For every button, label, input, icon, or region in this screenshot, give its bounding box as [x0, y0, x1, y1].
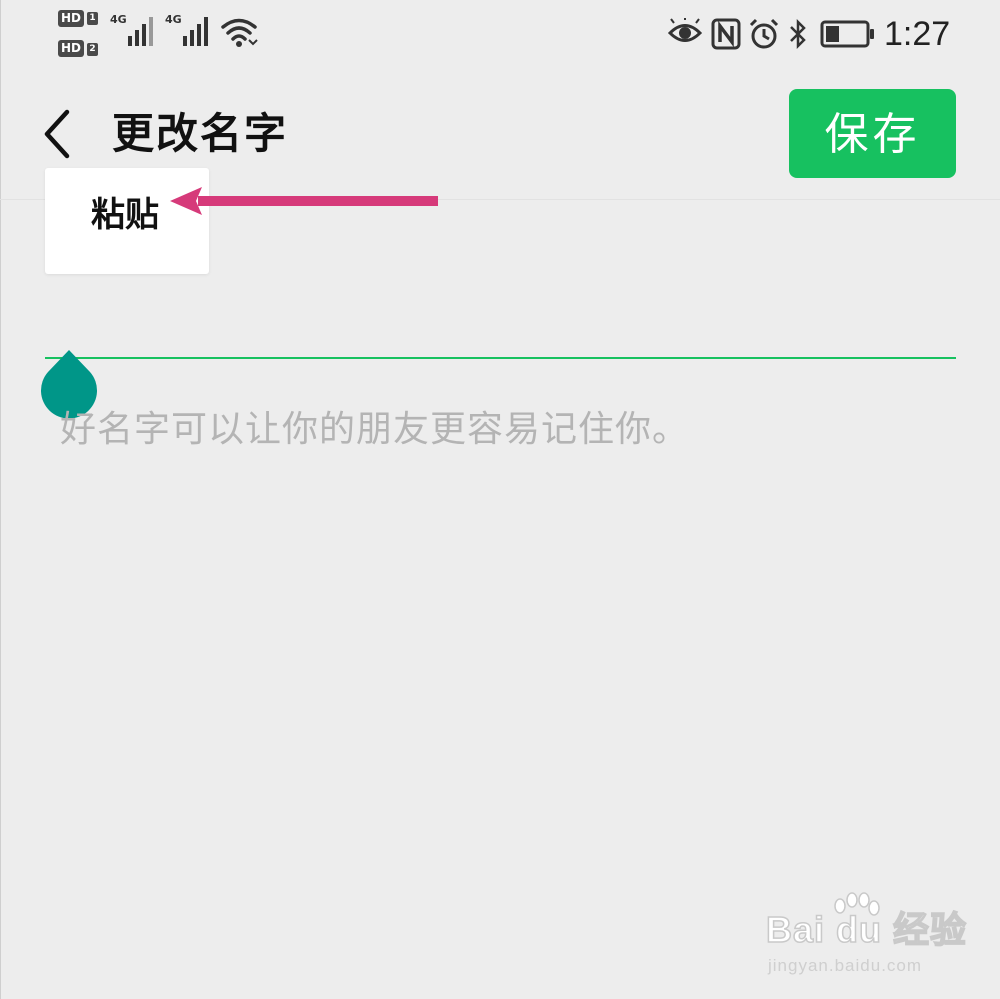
page-title: 更改名字 [112, 109, 289, 158]
sim-badges: HD 1 HD 2 [58, 10, 102, 60]
watermark-url: jingyan.baidu.com [768, 956, 923, 975]
network-type-1: 4G [110, 13, 127, 26]
sim1-index: 1 [87, 12, 98, 25]
screen-edge [0, 0, 1, 999]
alarm-icon [749, 18, 779, 49]
annotation-arrow-icon [170, 187, 438, 215]
wifi-icon [221, 18, 258, 47]
network-type-2: 4G [165, 13, 182, 26]
back-button[interactable] [38, 106, 78, 162]
nfc-icon [711, 18, 741, 50]
signal-icon [128, 17, 153, 46]
watermark-brand: Bai du 经验 [765, 909, 968, 951]
chevron-left-icon [44, 109, 70, 159]
clock: 1:27 [884, 15, 951, 53]
name-input-hint: 好名字可以让你的朋友更容易记住你。 [60, 409, 690, 450]
paste-menu-item[interactable]: 粘贴 [91, 192, 159, 238]
baidu-jingyan-watermark: Bai du 经验 jingyan.baidu.com [765, 892, 967, 982]
status-bar: HD 1 HD 2 4G 4G 1:27 [0, 0, 1000, 70]
eye-comfort-icon [668, 18, 702, 42]
sim2-hd-badge: HD [58, 40, 84, 57]
signal-icon [183, 17, 208, 46]
sim1-hd-badge: HD [58, 10, 84, 27]
bluetooth-icon [790, 18, 806, 50]
battery-icon [820, 20, 874, 48]
save-button[interactable]: 保存 [789, 89, 956, 178]
name-input-underline[interactable] [45, 357, 956, 359]
sim2-index: 2 [87, 43, 98, 56]
